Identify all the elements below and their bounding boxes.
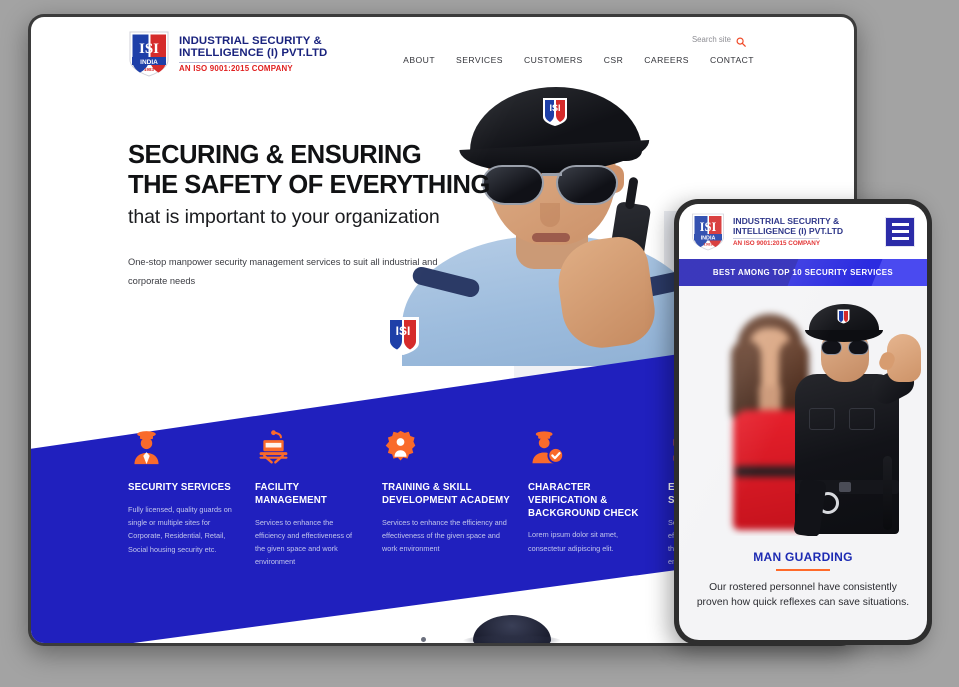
phone-caption-body: Our rostered personnel have consistently… [696,582,910,609]
screenshot-stage: ISI ISI ISI INDIA 1983 INDUSTRIAL SECURI… [0,0,959,687]
service-card-body: Services to enhance the efficiency and e… [255,517,353,567]
svg-text:1983: 1983 [704,241,714,246]
hero-subheadline: that is important to your organization [128,205,440,228]
phone-logo-divider [733,237,819,239]
phone-hero-photo [679,286,927,536]
service-card-title: SECURITY SERVICES [128,482,231,493]
isi-shield-icon [837,309,850,324]
logo-wordmark: INDUSTRIAL SECURITY & INTELLIGENCE (I) P… [179,35,327,73]
baton-icon [883,456,892,530]
phone-caption-title: MAN GUARDING [753,550,853,564]
logo-name-line1: INDUSTRIAL SECURITY & [179,34,322,47]
svg-text:INDIA: INDIA [140,59,158,66]
hero-headline-line2: THE SAFETY OF EVERYTHING [128,170,490,199]
svg-text:ISI: ISI [700,220,717,234]
logo-iso-text: AN ISO 9001:2015 COMPANY [179,63,293,73]
bodyguard-raised-hand [887,334,921,382]
search-icon[interactable] [736,34,746,47]
hamburger-menu-icon[interactable] [885,216,915,247]
site-header: ISI INDIA 1983 INDUSTRIAL SECURITY & INT… [31,17,854,92]
page-dot [421,637,426,642]
service-card-security-services[interactable]: SECURITY SERVICES Fully licensed, qualit… [128,429,255,569]
guard-sunglasses [480,163,632,205]
phone-caption-underline [776,569,830,571]
logo-divider [179,61,291,63]
nav-item-customers[interactable]: CUSTOMERS [524,55,583,65]
service-card-character-verification[interactable]: CHARACTER VERIFICATION & BACKGROUND CHEC… [528,429,668,569]
svg-text:1983: 1983 [144,67,155,72]
site-logo[interactable]: ISI INDIA 1983 INDUSTRIAL SECURITY & INT… [128,31,327,77]
nav-item-services[interactable]: SERVICES [456,55,503,65]
svg-text:ISI: ISI [396,324,411,338]
bodyguard-cap-brim [805,330,883,342]
bodyguard-figure [787,304,921,536]
site-search[interactable]: Search site [692,34,746,47]
service-card-title: CHARACTER VERIFICATION & BACKGROUND CHEC… [528,482,639,519]
hero-body-text: One-stop manpower security management se… [128,256,438,287]
training-gear-person-icon [382,429,510,469]
phone-logo-wordmark: INDUSTRIAL SECURITY & INTELLIGENCE (I) P… [733,216,843,247]
isi-shield-icon: ISI [542,97,568,127]
phone-site-header: ISI INDIA 1983 INDUSTRIAL SECURITY & INT… [679,204,927,259]
phone-promo-banner: BEST AMONG TOP 10 SECURITY SERVICES [679,259,927,286]
service-card-body: Fully licensed, quality guards on single… [128,504,232,554]
phone-screen: ISI INDIA 1983 INDUSTRIAL SECURITY & INT… [679,204,927,640]
facility-building-icon [255,429,364,469]
nav-item-contact[interactable]: CONTACT [710,55,754,65]
nav-item-about[interactable]: ABOUT [403,55,435,65]
service-card-title: TRAINING & SKILL DEVELOPMENT ACADEMY [382,482,510,506]
nav-item-csr[interactable]: CSR [604,55,624,65]
isi-logo-icon: ISI INDIA 1983 [128,31,170,77]
phone-promo-banner-text: BEST AMONG TOP 10 SECURITY SERVICES [712,268,894,277]
svg-text:ISI: ISI [139,41,159,57]
phone-device-frame: ISI INDIA 1983 INDUSTRIAL SECURITY & INT… [674,199,932,645]
service-card-training-academy[interactable]: TRAINING & SKILL DEVELOPMENT ACADEMY Ser… [382,429,528,569]
nav-item-careers[interactable]: CAREERS [644,55,689,65]
isi-sleeve-badge-icon: ISI [386,316,420,356]
police-officer-icon [128,429,237,469]
bodyguard-sunglasses [821,340,869,355]
svg-text:ISI: ISI [549,103,560,113]
search-input[interactable]: Search site [692,35,731,44]
main-navigation[interactable]: ABOUT SERVICES CUSTOMERS CSR CAREERS CON… [403,55,754,65]
phone-logo-name-line1: INDUSTRIAL SECURITY & [733,215,840,226]
service-card-body: Services to enhance the efficiency and e… [382,517,507,554]
service-card-facility-management[interactable]: FACILITY MANAGEMENT Services to enhance … [255,429,382,569]
verified-officer-icon [528,429,650,469]
guard-nose [540,203,560,227]
hero-copy: SECURING & ENSURING THE SAFETY OF EVERYT… [128,141,490,292]
phone-logo-name-line2: INTELLIGENCE (I) PVT.LTD [733,226,844,236]
phone-caption: MAN GUARDING Our rostered personnel have… [679,536,927,610]
isi-logo-icon[interactable]: ISI INDIA 1983 [691,213,725,251]
service-card-body: Lorem ipsum dolor sit amet, consectetur … [528,530,619,553]
logo-name-line2: INTELLIGENCE (I) PVT.LTD [179,47,328,60]
phone-logo-iso-text: AN ISO 9001:2015 COMPANY [733,240,821,248]
guard-mouth [532,233,570,242]
hero-headline-line1: SECURING & ENSURING [128,141,422,169]
service-card-title: FACILITY MANAGEMENT [255,482,327,506]
